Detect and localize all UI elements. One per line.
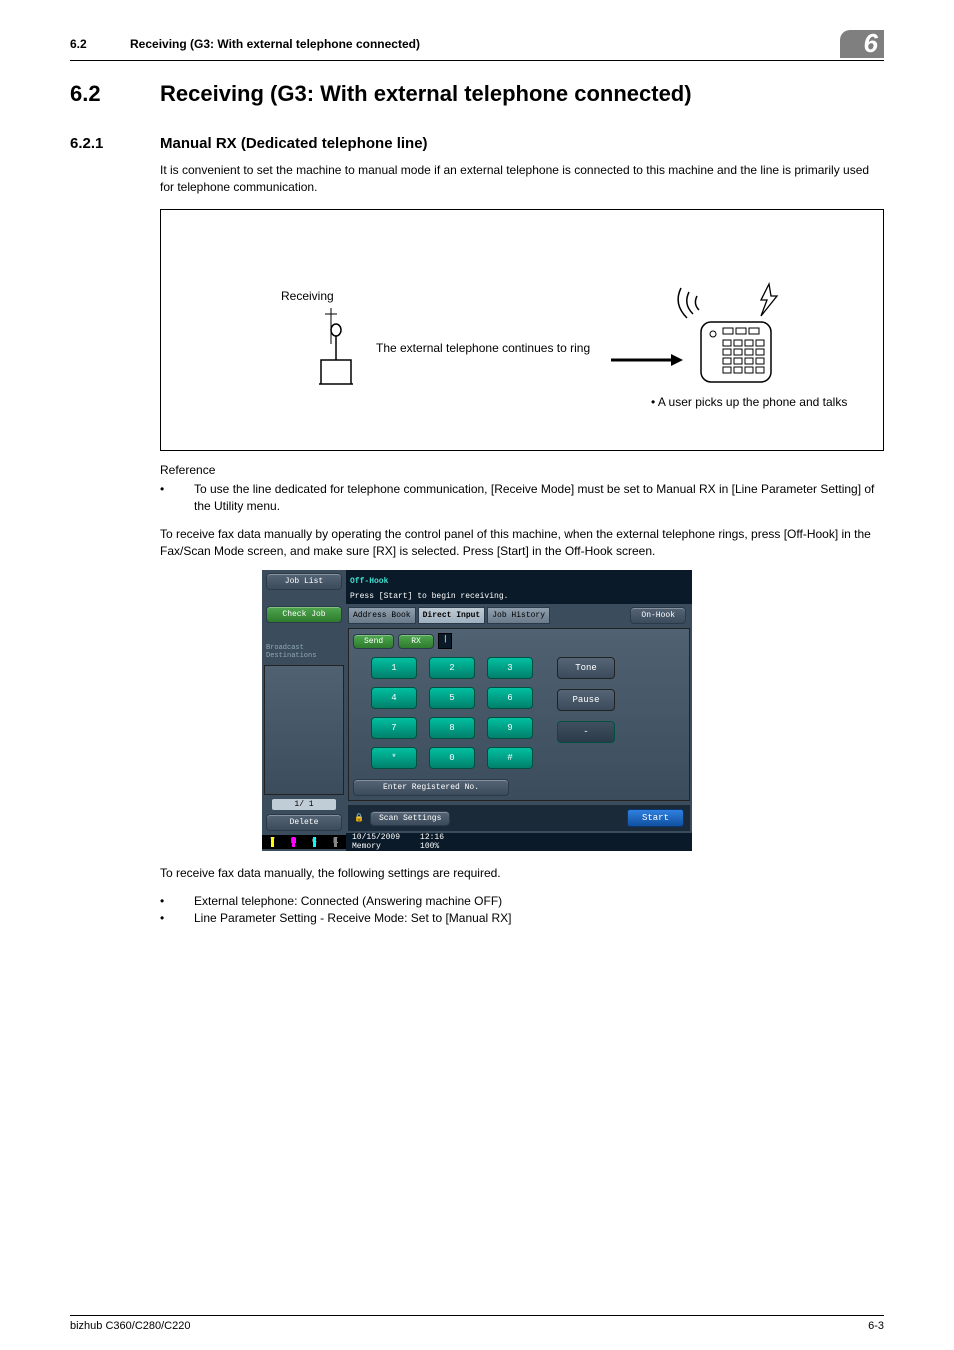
- list-item: Line Parameter Setting - Receive Mode: S…: [194, 910, 884, 927]
- status-memory-pct: 100%: [420, 842, 439, 851]
- keypad: 1 2 3 4 5 6 7 8 9 * 0 #: [371, 657, 531, 769]
- tone-button[interactable]: Tone: [557, 657, 615, 679]
- reference-list: To use the line dedicated for telephone …: [160, 481, 884, 516]
- send-button[interactable]: Send: [353, 634, 394, 649]
- enter-registered-no-button[interactable]: Enter Registered No.: [353, 779, 509, 796]
- section-heading-h3: 6.2.1 Manual RX (Dedicated telephone lin…: [70, 135, 884, 152]
- ring-waves-icon: [678, 288, 699, 318]
- keypad-9[interactable]: 9: [487, 717, 533, 739]
- scan-settings-button[interactable]: Scan Settings: [370, 811, 450, 826]
- keypad-7[interactable]: 7: [371, 717, 417, 739]
- status-memory-label: Memory: [352, 842, 381, 851]
- chapter-badge: 6: [840, 30, 884, 58]
- header-section-number: 6.2: [70, 37, 130, 51]
- control-panel-screenshot: Job List Off-Hook Press [Start] to begin…: [262, 570, 692, 851]
- instruction-text: Press [Start] to begin receiving.: [350, 592, 688, 601]
- page-header: 6.2 Receiving (G3: With external telepho…: [70, 30, 884, 61]
- diagram-frame: Receiving The external telephone continu…: [160, 209, 884, 451]
- keypad-4[interactable]: 4: [371, 687, 417, 709]
- manual-rx-paragraph: To receive fax data manually by operatin…: [160, 526, 884, 561]
- tab-direct-input[interactable]: Direct Input: [418, 607, 486, 624]
- footer-model: bizhub C360/C280/C220: [70, 1320, 190, 1332]
- keypad-8[interactable]: 8: [429, 717, 475, 739]
- lightning-icon: [761, 284, 777, 316]
- h3-title: Manual RX (Dedicated telephone line): [160, 135, 428, 152]
- receiving-label: Receiving: [281, 289, 334, 303]
- required-intro: To receive fax data manually, the follow…: [160, 865, 884, 882]
- keypad-hash[interactable]: #: [487, 747, 533, 769]
- ring-text: The external telephone continues to ring: [376, 341, 590, 355]
- user-note: • A user picks up the phone and talks: [651, 395, 847, 409]
- telephone-icon: [319, 324, 353, 384]
- keypad-2[interactable]: 2: [429, 657, 475, 679]
- keypad-1[interactable]: 1: [371, 657, 417, 679]
- keypad-0[interactable]: 0: [429, 747, 475, 769]
- list-item: External telephone: Connected (Answering…: [194, 893, 884, 910]
- check-job-button[interactable]: Check Job: [266, 606, 342, 623]
- off-hook-title: Off-Hook: [350, 577, 388, 586]
- broadcast-label: Broadcast Destinations: [262, 643, 346, 662]
- fax-machine-icon: [701, 322, 771, 382]
- h3-number: 6.2.1: [70, 135, 160, 152]
- tab-job-history[interactable]: Job History: [487, 607, 550, 624]
- reference-heading: Reference: [160, 463, 884, 477]
- lock-icon: 🔒: [354, 813, 364, 823]
- pause-button[interactable]: Pause: [557, 689, 615, 711]
- delete-button[interactable]: Delete: [266, 814, 342, 831]
- h2-number: 6.2: [70, 81, 160, 107]
- rx-button[interactable]: RX: [398, 634, 434, 649]
- keypad-6[interactable]: 6: [487, 687, 533, 709]
- footer-page: 6-3: [868, 1320, 884, 1332]
- status-date: 10/15/2009: [352, 833, 400, 842]
- job-list-button[interactable]: Job List: [266, 573, 342, 590]
- h2-title: Receiving (G3: With external telephone c…: [160, 81, 692, 107]
- keypad-3[interactable]: 3: [487, 657, 533, 679]
- ymck-indicator: Y M C K: [262, 835, 346, 849]
- section-heading-h2: 6.2 Receiving (G3: With external telepho…: [70, 81, 884, 107]
- status-time: 12:16: [420, 833, 444, 842]
- keypad-5[interactable]: 5: [429, 687, 475, 709]
- page-footer: bizhub C360/C280/C220 6-3: [70, 1315, 884, 1332]
- hyphen-button[interactable]: -: [557, 721, 615, 743]
- header-section-title: Receiving (G3: With external telephone c…: [130, 37, 840, 51]
- keypad-star[interactable]: *: [371, 747, 417, 769]
- pager: 1/ 1: [272, 799, 336, 810]
- on-hook-button[interactable]: On-Hook: [630, 607, 686, 624]
- start-button[interactable]: Start: [627, 809, 684, 827]
- required-list: External telephone: Connected (Answering…: [160, 893, 884, 928]
- tab-address-book[interactable]: Address Book: [348, 607, 416, 624]
- list-item: To use the line dedicated for telephone …: [194, 481, 884, 516]
- intro-paragraph: It is convenient to set the machine to m…: [160, 162, 884, 197]
